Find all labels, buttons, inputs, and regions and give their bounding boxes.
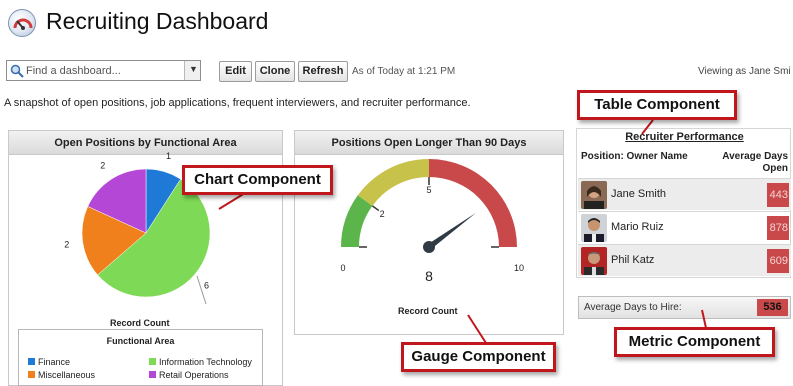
metric-component-callout: Metric Component bbox=[614, 327, 775, 357]
chart-component-callout: Chart Component bbox=[182, 165, 333, 195]
table-component-callout: Table Component bbox=[577, 90, 737, 120]
gauge-component-callout: Gauge Component bbox=[401, 342, 556, 372]
